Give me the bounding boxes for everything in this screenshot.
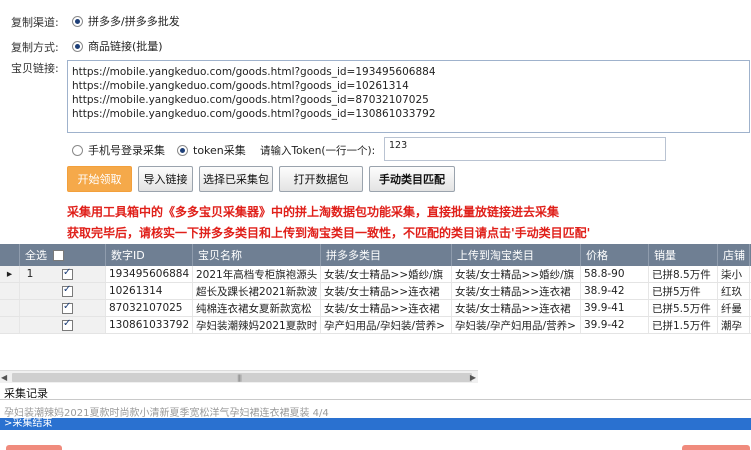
log-entry: 孕妇装潮辣妈2021夏款时尚款小清新夏季宽松洋气孕妇裙连衣裙夏装 4/4 — [4, 408, 329, 419]
cell-shop: 红玖 — [718, 283, 750, 299]
row-checkbox[interactable] — [62, 267, 73, 280]
table-header: 全选 数字ID 宝贝名称 拼多多类目 上传到淘宝类目 价格 销量 店铺 — [0, 244, 751, 266]
cell-id: 10261314 — [106, 283, 193, 299]
cell-pdd-category: 女装/女士精品>>婚纱/旗 — [321, 266, 452, 282]
token-option-label: token采集 — [193, 144, 246, 157]
token-input[interactable]: 123 — [384, 137, 666, 161]
table-row[interactable]: 2 10261314 超长及踝长裙2021新款波 女装/女士精品>>连衣裙 女装… — [0, 283, 751, 300]
select-all-header[interactable]: 全选 — [20, 244, 106, 266]
cell-id: 87032107025 — [106, 300, 193, 316]
col-taobao-category[interactable]: 上传到淘宝类目 — [452, 244, 581, 266]
notice-line-2: 获取完毕后，请核实一下拼多多类目和上传到淘宝类目一致性，不匹配的类目请点击'手动… — [67, 226, 591, 240]
method-radio-links[interactable]: 商品链接(批量) — [72, 38, 163, 54]
row-checkbox[interactable] — [62, 301, 73, 314]
row-checkbox[interactable] — [62, 318, 73, 331]
cell-taobao-category[interactable]: 孕妇装/孕产妇用品/营养> — [452, 317, 581, 333]
notice-line-1: 采集用工具箱中的《多多宝贝采集器》中的拼上淘数据包功能采集，直接批量放链接进去采… — [67, 205, 560, 219]
col-id[interactable]: 数字ID — [106, 244, 193, 266]
bottom-left-button-edge[interactable] — [6, 445, 62, 450]
cell-shop: 柒小 — [718, 266, 750, 282]
log-entry-selected[interactable]: >采集结束 — [0, 418, 751, 430]
table-row[interactable]: 3 87032107025 纯棉连衣裙女夏新款宽松 女装/女士精品>>连衣裙 女… — [0, 300, 751, 317]
bottom-right-button-edge[interactable] — [682, 445, 750, 450]
row-number: 1 — [26, 268, 34, 280]
cell-pdd-category: 女装/女士精品>>连衣裙 — [321, 300, 452, 316]
import-links-button[interactable]: 导入链接 — [138, 166, 193, 192]
cell-price: 58.8-90 — [581, 266, 649, 282]
start-button[interactable]: 开始领取 — [67, 166, 132, 192]
link-line: https://mobile.yangkeduo.com/goods.html?… — [72, 80, 409, 92]
col-name[interactable]: 宝贝名称 — [193, 244, 321, 266]
radio-unselected-icon — [72, 144, 83, 156]
cell-shop: 纤曼 — [718, 300, 750, 316]
channel-label: 复制渠道: — [11, 16, 59, 29]
cell-price: 39.9-42 — [581, 317, 649, 333]
radio-selected-icon — [72, 40, 83, 52]
channel-radio-pdd[interactable]: 拼多多/拼多多批发 — [72, 13, 180, 29]
cell-name: 纯棉连衣裙女夏新款宽松 — [193, 300, 321, 316]
col-price[interactable]: 价格 — [581, 244, 649, 266]
log-list[interactable]: 孕妇装潮辣妈2021夏款时尚款小清新夏季宽松洋气孕妇裙连衣裙夏装 4/4 >采集… — [0, 399, 751, 450]
cell-sales: 已拼5.5万件 — [649, 300, 718, 316]
phone-login-radio[interactable]: 手机号登录采集 — [72, 142, 165, 158]
link-line: https://mobile.yangkeduo.com/goods.html?… — [72, 66, 436, 78]
links-textarea[interactable]: https://mobile.yangkeduo.com/goods.html?… — [67, 60, 750, 133]
cell-sales: 已拼1.5万件 — [649, 317, 718, 333]
table-horizontal-scrollbar[interactable]: ◀ ||| ▶ — [0, 370, 478, 383]
link-line: https://mobile.yangkeduo.com/goods.html?… — [72, 108, 436, 120]
select-package-button[interactable]: 选择已采集包 — [199, 166, 273, 192]
cell-name: 2021年高档专柜旗袍源头 — [193, 266, 321, 282]
col-pdd-category[interactable]: 拼多多类目 — [321, 244, 452, 266]
token-radio[interactable]: token采集 — [177, 142, 246, 158]
cell-name: 超长及踝长裙2021新款波 — [193, 283, 321, 299]
col-shop[interactable]: 店铺 — [718, 244, 750, 266]
row-checkbox[interactable] — [62, 284, 73, 297]
radio-selected-icon — [177, 144, 188, 156]
scrollbar-thumb[interactable]: ||| — [12, 373, 472, 382]
goods-table: 全选 数字ID 宝贝名称 拼多多类目 上传到淘宝类目 价格 销量 店铺 ▸ 1 … — [0, 244, 751, 334]
cell-id: 193495606884 — [106, 266, 193, 282]
manual-category-match-button[interactable]: 手动类目匹配 — [369, 166, 455, 192]
token-prompt: 请输入Token(一行一个): — [260, 145, 376, 157]
cell-name: 孕妇装潮辣妈2021夏款时 — [193, 317, 321, 333]
cell-pdd-category: 女装/女士精品>>连衣裙 — [321, 283, 452, 299]
radio-selected-icon — [72, 15, 83, 27]
cell-price: 39.9-41 — [581, 300, 649, 316]
method-option-label: 商品链接(批量) — [88, 40, 163, 53]
col-sales[interactable]: 销量 — [649, 244, 718, 266]
scroll-left-icon[interactable]: ◀ — [1, 373, 7, 382]
cell-taobao-category[interactable]: 女装/女士精品>>婚纱/旗 — [452, 266, 581, 282]
select-all-checkbox[interactable] — [53, 249, 64, 261]
row-indicator-icon: ▸ — [0, 266, 20, 282]
channel-option-label: 拼多多/拼多多批发 — [88, 15, 180, 28]
cell-taobao-category[interactable]: 女装/女士精品>>连衣裙 — [452, 283, 581, 299]
cell-shop: 潮孕 — [718, 317, 750, 333]
method-label: 复制方式: — [11, 41, 59, 54]
cell-id: 130861033792 — [106, 317, 193, 333]
cell-price: 38.9-42 — [581, 283, 649, 299]
table-row[interactable]: ▸ 1 193495606884 2021年高档专柜旗袍源头 女装/女士精品>>… — [0, 266, 751, 283]
table-row[interactable]: 4 130861033792 孕妇装潮辣妈2021夏款时 孕产妇用品/孕妇装/营… — [0, 317, 751, 334]
cell-sales: 已拼8.5万件 — [649, 266, 718, 282]
links-label: 宝贝链接: — [11, 62, 59, 75]
phone-option-label: 手机号登录采集 — [88, 144, 165, 157]
cell-pdd-category: 孕产妇用品/孕妇装/营养> — [321, 317, 452, 333]
scroll-right-icon[interactable]: ▶ — [470, 373, 476, 382]
link-line: https://mobile.yangkeduo.com/goods.html?… — [72, 94, 429, 106]
scrollbar-grip-icon: ||| — [237, 374, 242, 382]
open-package-button[interactable]: 打开数据包 — [279, 166, 363, 192]
cell-sales: 已拼5万件 — [649, 283, 718, 299]
cell-taobao-category[interactable]: 女装/女士精品>>连衣裙 — [452, 300, 581, 316]
